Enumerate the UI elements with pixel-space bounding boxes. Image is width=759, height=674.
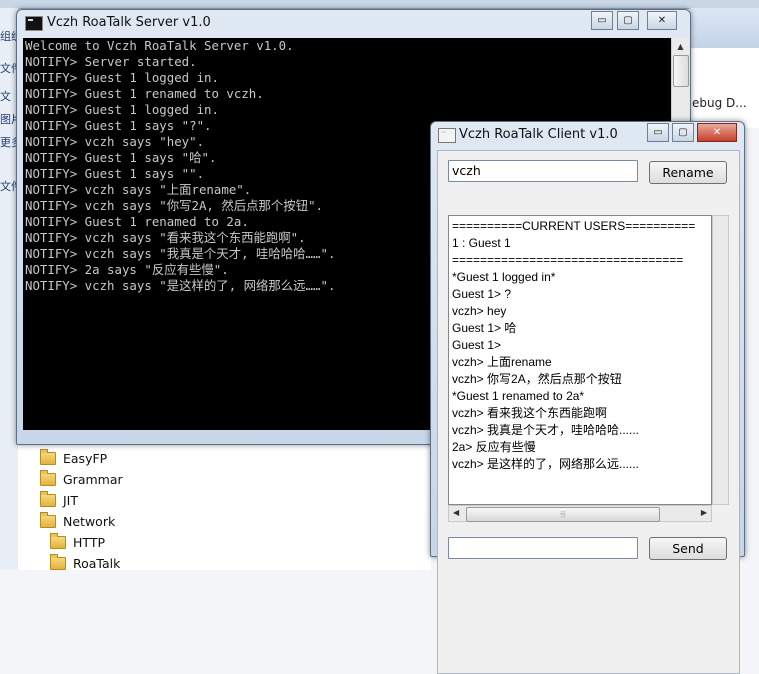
message-input[interactable] [448,537,638,559]
folder-icon [50,532,66,549]
minimize-icon: ▭ [597,14,607,26]
server-maximize-button[interactable]: ▢ [617,11,639,30]
folder-icon [40,469,56,486]
server-window-title: Vczh RoaTalk Server v1.0 [47,15,211,30]
close-icon: ✕ [712,126,722,138]
tree-item-grammar[interactable]: Grammar [40,469,123,488]
tree-item-label: JIT [63,492,79,508]
scroll-up-icon[interactable]: ▲ [672,38,689,54]
console-app-icon [25,16,43,31]
folder-icon [40,511,56,528]
close-icon: ✕ [657,14,667,26]
client-window: Vczh RoaTalk Client v1.0 ▭ ▢ ✕ Rename ==… [430,121,745,674]
chat-line: vczh> 你写2A，然后点那个按钮 [452,372,622,386]
chat-vertical-scrollbar[interactable] [712,215,729,505]
console-line: Welcome to Vczh RoaTalk Server v1.0. [25,38,294,53]
console-line: NOTIFY> Guest 1 logged in. [25,102,219,117]
explorer-toolbar [690,8,759,48]
folder-icon [40,490,56,507]
tree-item-label: Grammar [63,471,123,487]
folder-tree: EasyFP Grammar JIT Network HTTP RoaTalk [18,445,287,572]
chat-line: 1 : Guest 1 [452,236,511,250]
tree-item-label: RoaTalk [73,555,121,571]
tree-item-http[interactable]: HTTP [50,532,105,551]
send-button[interactable]: Send [649,537,727,560]
client-minimize-button[interactable]: ▭ [647,123,669,142]
tree-item-easyfp[interactable]: EasyFP [40,448,108,467]
explorer-item-text[interactable]: ebug D... [692,96,747,110]
scroll-left-icon[interactable]: ◀ [453,508,459,517]
console-line: NOTIFY> Server started. [25,54,197,69]
server-close-button[interactable]: ✕ [647,11,677,30]
name-input[interactable] [448,160,638,182]
tree-item-label: Network [63,513,116,529]
chat-line: Guest 1> 哈 [452,321,517,335]
client-titlebar[interactable]: Vczh RoaTalk Client v1.0 ▭ ▢ ✕ [431,122,744,148]
chat-line: ================================= [452,253,684,267]
chat-line: vczh> 上面rename [452,355,552,369]
tree-item-jit[interactable]: JIT [40,490,79,509]
server-titlebar[interactable]: Vczh RoaTalk Server v1.0 ▭ ▢ ✕ [17,10,690,36]
folder-icon [50,553,66,570]
chat-line: *Guest 1 logged in* [452,270,556,284]
client-app-icon [438,128,456,143]
explorer-list-area [286,445,431,570]
server-minimize-button[interactable]: ▭ [591,11,613,30]
chat-line: vczh> hey [452,304,507,318]
console-scroll-thumb[interactable] [673,55,689,87]
chat-history[interactable]: ==========CURRENT USERS========== 1 : Gu… [448,215,712,505]
scroll-right-icon[interactable]: ▶ [701,508,707,517]
chat-line: 2a> 反应有些慢 [452,440,536,454]
client-window-title: Vczh RoaTalk Client v1.0 [459,127,618,142]
minimize-icon: ▭ [653,126,663,138]
client-body: Rename ==========CURRENT USERS==========… [437,150,740,674]
chat-line: Guest 1> [452,338,502,352]
rename-button[interactable]: Rename [649,161,727,184]
console-line: NOTIFY> Guest 1 logged in. [25,70,219,85]
folder-icon [40,448,56,465]
chat-hscroll-thumb[interactable]: ⦙⦙⦙ [466,507,660,522]
chat-line: ==========CURRENT USERS========== [452,219,696,233]
tree-item-label: EasyFP [63,450,108,466]
chat-line: *Guest 1 renamed to 2a* [452,389,585,403]
chat-horizontal-scrollbar[interactable]: ◀ ⦙⦙⦙ ▶ [448,505,712,522]
tree-item-network[interactable]: Network [40,511,116,530]
client-maximize-button[interactable]: ▢ [672,123,694,142]
client-close-button[interactable]: ✕ [697,123,737,142]
explorer-titlebar-strip [0,0,759,9]
console-line: NOTIFY> Guest 1 renamed to vczh. [25,86,264,101]
chat-line: Guest 1> ? [452,287,512,301]
tree-item-label: HTTP [73,534,105,550]
chat-line: vczh> 是这样的了，网络那么远...... [452,457,640,471]
maximize-icon: ▢ [678,126,688,138]
chat-line: vczh> 我真是个天才，哇哈哈哈...... [452,423,640,437]
maximize-icon: ▢ [623,14,633,26]
chat-line: vczh> 看来我这个东西能跑啊 [452,406,608,420]
tree-item-roatalk[interactable]: RoaTalk [50,553,121,572]
